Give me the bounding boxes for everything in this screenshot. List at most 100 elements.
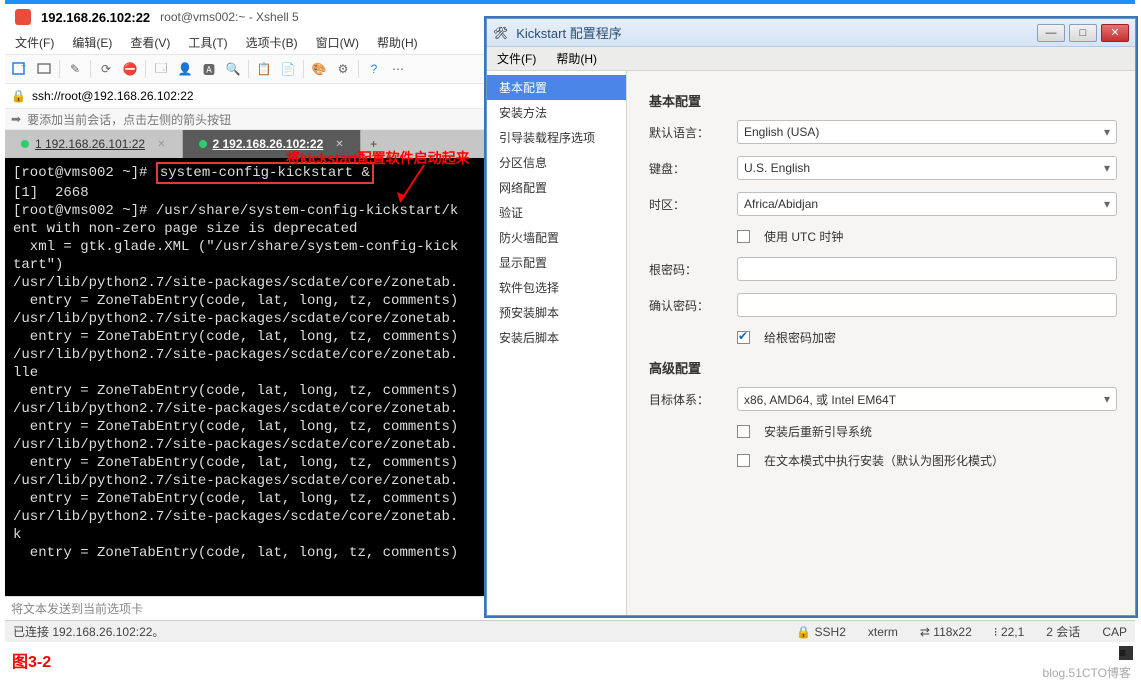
arch-value: x86, AMD64, 或 Intel EM64T bbox=[744, 391, 896, 408]
terminal-text: [1] 2668 [root@vms002 ~]# /usr/share/sys… bbox=[13, 185, 458, 561]
sidebar-item-prescript[interactable]: 预安装脚本 bbox=[487, 300, 626, 325]
paste-icon[interactable]: 📄 bbox=[279, 60, 297, 78]
menu-help[interactable]: 帮助(H) bbox=[377, 34, 418, 51]
utc-checkbox[interactable] bbox=[737, 230, 750, 243]
sidebar-item-bootloader[interactable]: 引导装载程序选项 bbox=[487, 125, 626, 150]
font-icon[interactable]: 🅰 bbox=[200, 60, 218, 78]
textmode-checkbox[interactable] bbox=[737, 454, 750, 467]
open-tab-icon[interactable] bbox=[35, 60, 53, 78]
add-session-arrow-icon[interactable]: ➡ bbox=[11, 112, 21, 126]
menu-window[interactable]: 窗口(W) bbox=[316, 34, 359, 51]
ks-titlebar: 🛠 Kickstart 配置程序 — □ ✕ bbox=[487, 19, 1135, 47]
tz-label: 时区： bbox=[649, 196, 729, 213]
xshell-app-icon bbox=[15, 9, 31, 25]
status-dot-icon bbox=[21, 140, 29, 148]
toolbar-separator bbox=[90, 60, 91, 78]
highlighted-command: system-config-kickstart & bbox=[156, 162, 374, 184]
status-sessions: 2 会话 bbox=[1046, 623, 1080, 640]
toolbar-separator bbox=[248, 60, 249, 78]
sidebar-item-postscript[interactable]: 安装后脚本 bbox=[487, 325, 626, 350]
help-icon[interactable]: ? bbox=[365, 60, 383, 78]
xshell-subtitle: root@vms002:~ - Xshell 5 bbox=[160, 10, 299, 24]
utc-label: 使用 UTC 时钟 bbox=[764, 228, 843, 245]
close-tab-icon[interactable]: ✕ bbox=[157, 139, 165, 150]
encrypt-label: 给根密码加密 bbox=[764, 329, 836, 346]
xshell-title: 192.168.26.102:22 bbox=[41, 10, 150, 25]
toolbar-separator bbox=[59, 60, 60, 78]
new-tab-button[interactable]: + bbox=[361, 130, 387, 158]
arch-select[interactable]: x86, AMD64, 或 Intel EM64T bbox=[737, 387, 1117, 411]
sidebar-item-basic[interactable]: 基本配置 bbox=[487, 75, 626, 100]
row-textmode: 在文本模式中执行安装（默认为图形化模式） bbox=[737, 452, 1117, 469]
ks-menu-file[interactable]: 文件(F) bbox=[497, 50, 536, 67]
menu-tools[interactable]: 工具(T) bbox=[188, 34, 227, 51]
more-icon[interactable]: ⋯ bbox=[389, 60, 407, 78]
ks-main-panel: 基本配置 默认语言： English (USA) 键盘： U.S. Englis… bbox=[627, 71, 1135, 615]
menu-view[interactable]: 查看(V) bbox=[130, 34, 170, 51]
menu-burger-icon[interactable]: ≡ bbox=[1119, 646, 1133, 660]
encrypt-checkbox[interactable] bbox=[737, 331, 750, 344]
sidebar-item-firewall[interactable]: 防火墙配置 bbox=[487, 225, 626, 250]
sidebar-item-partition[interactable]: 分区信息 bbox=[487, 150, 626, 175]
row-rootpw: 根密码： bbox=[649, 257, 1117, 281]
textmode-label: 在文本模式中执行安装（默认为图形化模式） bbox=[764, 452, 1004, 469]
close-button[interactable]: ✕ bbox=[1101, 24, 1129, 42]
row-language: 默认语言： English (USA) bbox=[649, 120, 1117, 144]
menu-tab[interactable]: 选项卡(B) bbox=[246, 34, 298, 51]
kb-label: 键盘： bbox=[649, 160, 729, 177]
lang-select[interactable]: English (USA) bbox=[737, 120, 1117, 144]
watermark: blog.51CTO博客 bbox=[1043, 664, 1131, 681]
tab-label: 2 192.168.26.102:22 bbox=[213, 137, 324, 151]
session-tab-2[interactable]: 2 192.168.26.102:22 ✕ bbox=[183, 130, 361, 158]
maximize-button[interactable]: □ bbox=[1069, 24, 1097, 42]
properties-icon[interactable]: 🗔 bbox=[152, 60, 170, 78]
row-arch: 目标体系： x86, AMD64, 或 Intel EM64T bbox=[649, 387, 1117, 411]
status-lock-icon: 🔒 SSH2 bbox=[796, 625, 846, 639]
compose-icon[interactable]: ✎ bbox=[66, 60, 84, 78]
confirm-label: 确认密码： bbox=[649, 297, 729, 314]
status-bar: 已连接 192.168.26.102:22。 🔒 SSH2 xterm ⇄ 11… bbox=[5, 620, 1135, 642]
disconnect-icon[interactable]: ⛔ bbox=[121, 60, 139, 78]
address-text[interactable]: ssh://root@192.168.26.102:22 bbox=[32, 89, 194, 103]
row-keyboard: 键盘： U.S. English bbox=[649, 156, 1117, 180]
row-encrypt: 给根密码加密 bbox=[737, 329, 1117, 346]
sidebar-item-network[interactable]: 网络配置 bbox=[487, 175, 626, 200]
lang-label: 默认语言： bbox=[649, 124, 729, 141]
figure-label: 图3-2 bbox=[12, 648, 51, 672]
toolbar-separator bbox=[358, 60, 359, 78]
tz-select[interactable]: Africa/Abidjan bbox=[737, 192, 1117, 216]
menu-file[interactable]: 文件(F) bbox=[15, 34, 54, 51]
reconnect-icon[interactable]: ⟳ bbox=[97, 60, 115, 78]
status-pos-val: 22,1 bbox=[1001, 625, 1024, 639]
menu-edit[interactable]: 编辑(E) bbox=[72, 34, 112, 51]
sidebar-item-packages[interactable]: 软件包选择 bbox=[487, 275, 626, 300]
profile-icon[interactable]: 👤 bbox=[176, 60, 194, 78]
arch-label: 目标体系： bbox=[649, 391, 729, 408]
find-icon[interactable]: 🔍 bbox=[224, 60, 242, 78]
status-size: ⇄ 118x22 bbox=[920, 625, 972, 639]
kb-select[interactable]: U.S. English bbox=[737, 156, 1117, 180]
sidebar-item-auth[interactable]: 验证 bbox=[487, 200, 626, 225]
color-icon[interactable]: 🎨 bbox=[310, 60, 328, 78]
tz-value: Africa/Abidjan bbox=[744, 197, 818, 211]
status-cap: CAP bbox=[1102, 625, 1127, 639]
reboot-checkbox[interactable] bbox=[737, 425, 750, 438]
sidebar-item-display[interactable]: 显示配置 bbox=[487, 250, 626, 275]
close-tab-icon[interactable]: ✕ bbox=[335, 139, 343, 150]
adv-heading: 高级配置 bbox=[649, 358, 1117, 377]
reboot-label: 安装后重新引导系统 bbox=[764, 423, 872, 440]
toolbar-separator bbox=[145, 60, 146, 78]
sidebar-item-install-method[interactable]: 安装方法 bbox=[487, 100, 626, 125]
row-reboot: 安装后重新引导系统 bbox=[737, 423, 1117, 440]
root-password-input[interactable] bbox=[737, 257, 1117, 281]
settings-icon[interactable]: ⚙ bbox=[334, 60, 352, 78]
session-tab-1[interactable]: 1 192.168.26.101:22 ✕ bbox=[5, 130, 183, 158]
minimize-button[interactable]: — bbox=[1037, 24, 1065, 42]
row-timezone: 时区： Africa/Abidjan bbox=[649, 192, 1117, 216]
confirm-password-input[interactable] bbox=[737, 293, 1117, 317]
new-session-icon[interactable]: + bbox=[11, 60, 29, 78]
status-right-group: 🔒 SSH2 xterm ⇄ 118x22 ⁝ 22,1 2 会话 CAP bbox=[796, 623, 1127, 640]
row-confirmpw: 确认密码： bbox=[649, 293, 1117, 317]
ks-menu-help[interactable]: 帮助(H) bbox=[556, 50, 597, 67]
copy-icon[interactable]: 📋 bbox=[255, 60, 273, 78]
